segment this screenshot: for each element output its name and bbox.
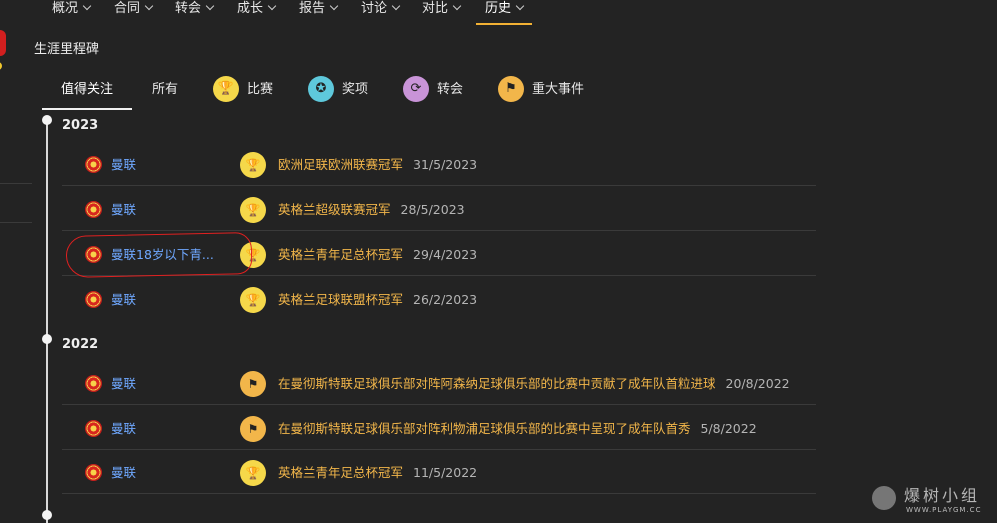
milestone-row: 曼联 🏆 英格兰超级联赛冠军 28/5/2023 bbox=[62, 187, 816, 231]
nav-item-growth[interactable]: 成长 bbox=[237, 0, 277, 24]
milestone-text: 英格兰足球联盟杯冠军 26/2/2023 bbox=[278, 292, 478, 307]
chevron-down-icon bbox=[329, 1, 339, 11]
trophy-icon: 🏆 bbox=[240, 460, 266, 486]
club-link[interactable]: 曼联 bbox=[111, 373, 136, 392]
nav-item-transfer[interactable]: 转会 bbox=[175, 0, 215, 24]
club-crest-icon bbox=[85, 420, 102, 437]
row-divider bbox=[62, 185, 816, 186]
tab-major-events[interactable]: ⚑ 重大事件 bbox=[498, 75, 584, 108]
trophy-icon: 🏆 bbox=[240, 152, 266, 178]
trophy-icon: 🏆 bbox=[240, 197, 266, 223]
top-nav: 概况 合同 转会 成长 报告 讨论 对比 历史 bbox=[0, 0, 997, 25]
club-link[interactable]: 曼联 bbox=[111, 154, 136, 173]
nav-active-indicator bbox=[476, 23, 532, 25]
milestone-row: 曼联 ⚑ 在曼彻斯特联足球俱乐部对阵阿森纳足球俱乐部的比赛中贡献了成年队首粒进球… bbox=[62, 361, 816, 405]
milestone-row: 曼联 ⚑ 在曼彻斯特联足球俱乐部对阵利物浦足球俱乐部的比赛中呈现了成年队首秀 5/… bbox=[62, 406, 816, 450]
chevron-down-icon bbox=[144, 1, 154, 11]
year-label: 2023 bbox=[62, 118, 99, 133]
timeline-dot bbox=[42, 510, 52, 520]
club-crest-icon bbox=[85, 291, 102, 308]
transfer-icon: ⟳ bbox=[403, 75, 429, 102]
flag-icon: ⚑ bbox=[498, 75, 524, 102]
tab-awards[interactable]: ✪ 奖项 bbox=[308, 75, 368, 108]
tab-active-indicator bbox=[42, 108, 132, 110]
club-link[interactable]: 曼联 bbox=[111, 462, 136, 481]
timeline-dot bbox=[42, 334, 52, 344]
club-crest-icon bbox=[85, 375, 102, 392]
milestone-date: 29/4/2023 bbox=[413, 247, 478, 262]
chevron-down-icon bbox=[205, 1, 215, 11]
left-sidebar-badge bbox=[0, 18, 8, 70]
nav-item-overview[interactable]: 概况 bbox=[52, 0, 92, 24]
trophy-icon: 🏆 bbox=[240, 287, 266, 313]
milestone-row: 曼联 🏆 欧洲足联欧洲联赛冠军 31/5/2023 bbox=[62, 142, 816, 186]
club-link[interactable]: 曼联 bbox=[111, 199, 136, 218]
club-crest-icon bbox=[85, 464, 102, 481]
tab-all[interactable]: 所有 bbox=[152, 76, 178, 108]
timeline-line bbox=[46, 118, 48, 523]
club-link[interactable]: 曼联 bbox=[111, 289, 136, 308]
left-divider bbox=[0, 183, 32, 184]
milestone-date: 26/2/2023 bbox=[413, 292, 478, 307]
watermark-logo-icon bbox=[872, 486, 896, 510]
year-label: 2022 bbox=[62, 337, 99, 352]
watermark: 爆树小组 WWW.PLAYGM.CC bbox=[866, 480, 994, 520]
flag-icon: ⚑ bbox=[240, 416, 266, 442]
yellow-dot-icon bbox=[0, 62, 2, 70]
red-badge-icon bbox=[0, 30, 6, 56]
milestone-text: 英格兰青年足总杯冠军 11/5/2022 bbox=[278, 465, 478, 480]
tab-transfers[interactable]: ⟳ 转会 bbox=[403, 75, 463, 108]
club-link[interactable]: 曼联 bbox=[111, 418, 136, 437]
chevron-down-icon bbox=[515, 1, 525, 11]
milestone-date: 28/5/2023 bbox=[400, 202, 465, 217]
tab-matches[interactable]: 🏆 比赛 bbox=[213, 75, 273, 108]
milestone-text: 在曼彻斯特联足球俱乐部对阵阿森纳足球俱乐部的比赛中贡献了成年队首粒进球 20/8/… bbox=[278, 376, 790, 391]
milestone-date: 20/8/2022 bbox=[725, 376, 790, 391]
award-icon: ✪ bbox=[308, 75, 334, 102]
trophy-icon: 🏆 bbox=[213, 75, 239, 102]
milestone-text: 英格兰青年足总杯冠军 29/4/2023 bbox=[278, 247, 478, 262]
nav-item-compare[interactable]: 对比 bbox=[422, 0, 462, 24]
chevron-down-icon bbox=[267, 1, 277, 11]
nav-item-discussion[interactable]: 讨论 bbox=[361, 0, 401, 24]
nav-item-history[interactable]: 历史 bbox=[485, 0, 525, 24]
nav-item-report[interactable]: 报告 bbox=[299, 0, 339, 24]
row-divider bbox=[62, 230, 816, 231]
page-title: 生涯里程碑 bbox=[34, 42, 100, 57]
club-crest-icon bbox=[85, 156, 102, 173]
left-divider bbox=[0, 222, 32, 223]
milestone-date: 31/5/2023 bbox=[413, 157, 478, 172]
row-divider bbox=[62, 493, 816, 494]
milestone-date: 5/8/2022 bbox=[700, 421, 757, 436]
annotation-highlight-circle bbox=[65, 232, 253, 278]
watermark-text: 爆树小组 bbox=[904, 486, 981, 505]
tab-notable[interactable]: 值得关注 bbox=[61, 76, 113, 108]
milestone-text: 欧洲足联欧洲联赛冠军 31/5/2023 bbox=[278, 157, 478, 172]
timeline-dot bbox=[42, 115, 52, 125]
milestone-text: 在曼彻斯特联足球俱乐部对阵利物浦足球俱乐部的比赛中呈现了成年队首秀 5/8/202… bbox=[278, 421, 757, 436]
milestone-date: 11/5/2022 bbox=[413, 465, 478, 480]
milestone-row: 曼联 🏆 英格兰足球联盟杯冠军 26/2/2023 bbox=[62, 277, 816, 321]
chevron-down-icon bbox=[391, 1, 401, 11]
chevron-down-icon bbox=[82, 1, 92, 11]
watermark-url: WWW.PLAYGM.CC bbox=[906, 506, 982, 514]
club-crest-icon bbox=[85, 201, 102, 218]
nav-item-contract[interactable]: 合同 bbox=[114, 0, 154, 24]
milestone-row: 曼联 🏆 英格兰青年足总杯冠军 11/5/2022 bbox=[62, 450, 816, 494]
chevron-down-icon bbox=[452, 1, 462, 11]
flag-icon: ⚑ bbox=[240, 371, 266, 397]
milestone-text: 英格兰超级联赛冠军 28/5/2023 bbox=[278, 202, 465, 217]
row-divider bbox=[62, 404, 816, 405]
